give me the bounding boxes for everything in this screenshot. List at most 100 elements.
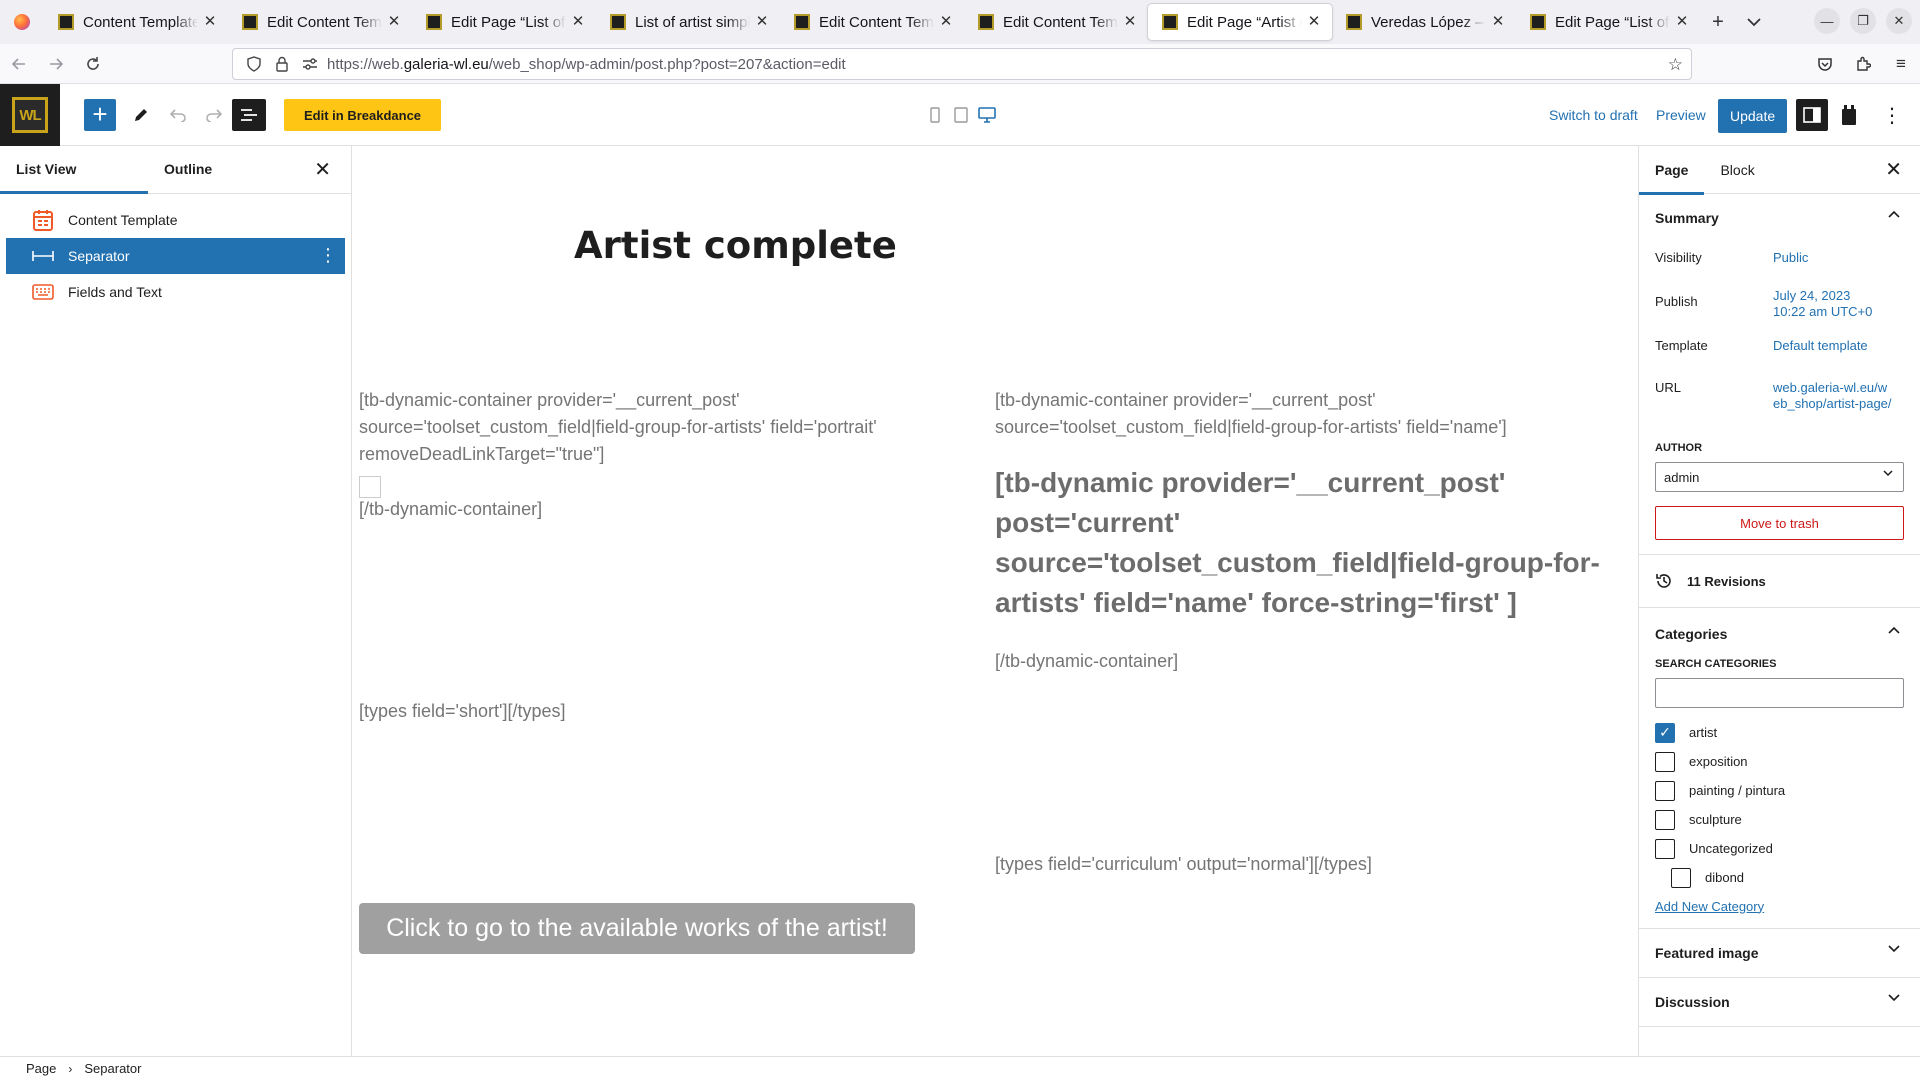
browser-tab[interactable]: Edit Page “List of Artists”✕ <box>1516 4 1700 40</box>
close-icon[interactable]: ✕ <box>386 14 402 30</box>
add-new-category-link[interactable]: Add New Category <box>1639 888 1920 922</box>
desktop-device-icon[interactable] <box>978 104 996 126</box>
name-dynamic-heading[interactable]: [tb-dynamic provider='__current_post' po… <box>995 463 1605 623</box>
checkbox-checked[interactable]: ✓ <box>1655 722 1675 743</box>
back-arrow-icon[interactable] <box>1 48 37 80</box>
options-more-vertical-icon[interactable]: ⋮ <box>1878 100 1906 130</box>
list-item-fields-and-text[interactable]: Fields and Text <box>6 274 345 310</box>
browser-tab[interactable]: Veredas López – Galeria✕ <box>1332 4 1516 40</box>
move-to-trash-button[interactable]: Move to trash <box>1655 506 1904 540</box>
block-options-more-vertical-icon[interactable]: ⋮ <box>319 246 337 264</box>
update-button[interactable]: Update <box>1718 99 1788 133</box>
edit-pencil-icon[interactable] <box>125 99 157 131</box>
tab-page[interactable]: Page <box>1639 146 1705 195</box>
checkbox[interactable] <box>1655 809 1675 830</box>
undo-icon[interactable] <box>162 99 194 131</box>
extensions-puzzle-icon[interactable] <box>1844 48 1882 80</box>
close-icon[interactable]: ✕ <box>754 14 770 30</box>
publish-row: Publish July 24, 2023 10:22 am UTC+0 <box>1639 288 1920 338</box>
pocket-icon[interactable] <box>1806 48 1844 80</box>
tablet-device-icon[interactable] <box>952 104 970 126</box>
discussion-panel-toggle[interactable]: Discussion <box>1639 978 1920 1026</box>
close-icon[interactable]: ✕ <box>570 14 586 30</box>
close-icon[interactable]: ✕ <box>314 160 331 180</box>
portrait-shortcode-open[interactable]: [tb-dynamic-container provider='__curren… <box>359 387 929 468</box>
curriculum-field-shortcode[interactable]: [types field='curriculum' output='normal… <box>995 851 1372 878</box>
close-icon[interactable]: ✕ <box>202 14 218 30</box>
minimize-icon[interactable]: — <box>1814 8 1840 34</box>
categories-panel-toggle[interactable]: Categories <box>1639 610 1920 658</box>
checkbox[interactable] <box>1655 838 1675 859</box>
window-controls: — ❐ ✕ <box>1814 8 1912 34</box>
browser-tab[interactable]: Content Templates ✕ <box>44 4 228 40</box>
summary-panel-toggle[interactable]: Summary <box>1639 194 1920 242</box>
breadcrumb-page-link[interactable]: Page <box>26 1061 56 1076</box>
tab-block[interactable]: Block <box>1704 146 1770 194</box>
reload-icon[interactable] <box>75 48 111 80</box>
list-item-content-template[interactable]: Content Template <box>6 202 345 238</box>
shield-icon[interactable] <box>243 56 265 72</box>
browser-tab[interactable]: Edit Content Template✕ <box>780 4 964 40</box>
permalink-button[interactable]: web.galeria-wl.eu/web_shop/artist-page/ <box>1773 380 1893 442</box>
search-categories-input[interactable] <box>1655 678 1904 708</box>
tab-list-view[interactable]: List View <box>0 145 148 194</box>
category-item-uncategorized[interactable]: Uncategorized <box>1639 834 1920 863</box>
browser-tab[interactable]: Edit Content Template✕ <box>228 4 412 40</box>
switch-to-draft-button[interactable]: Switch to draft <box>1549 107 1638 123</box>
revisions-button[interactable]: 11 Revisions <box>1639 555 1920 607</box>
browser-tab[interactable]: Edit Page “List of artists”✕ <box>412 4 596 40</box>
category-item-dibond[interactable]: dibond <box>1639 863 1920 888</box>
close-icon[interactable]: ✕ <box>938 14 954 30</box>
app-menu-icon[interactable]: ≡ <box>1882 48 1920 80</box>
featured-image-panel-toggle[interactable]: Featured image <box>1639 929 1920 977</box>
firefox-icon[interactable] <box>0 0 44 44</box>
restore-icon[interactable]: ❐ <box>1850 8 1876 34</box>
checkbox[interactable] <box>1671 867 1691 888</box>
close-icon[interactable]: ✕ <box>1490 14 1506 30</box>
forward-arrow-icon[interactable] <box>38 48 74 80</box>
list-all-tabs-chevron-icon[interactable] <box>1736 4 1772 40</box>
short-field-shortcode[interactable]: [types field='short'][/types] <box>359 698 565 725</box>
lock-icon[interactable] <box>271 56 293 72</box>
checkbox[interactable] <box>1655 780 1675 801</box>
checkbox[interactable] <box>1655 751 1675 772</box>
redo-icon[interactable] <box>198 99 230 131</box>
page-title[interactable]: Artist complete <box>574 224 897 267</box>
bookmark-star-icon[interactable]: ☆ <box>1668 55 1683 75</box>
available-works-button[interactable]: Click to go to the available works of th… <box>359 903 915 954</box>
list-view-toggle-icon[interactable] <box>232 99 266 131</box>
site-favicon-icon <box>1530 14 1546 30</box>
list-item-separator[interactable]: Separator ⋮ <box>6 238 345 274</box>
portrait-shortcode-close[interactable]: [/tb-dynamic-container] <box>359 496 542 523</box>
browser-tab-active[interactable]: Edit Page “Artist complete”✕ <box>1148 4 1332 40</box>
browser-tab[interactable]: List of artist simple ✕ <box>596 4 780 40</box>
category-item-exposition[interactable]: exposition <box>1639 747 1920 776</box>
preview-button[interactable]: Preview <box>1656 107 1706 123</box>
mobile-device-icon[interactable] <box>926 104 944 126</box>
edit-in-breakdance-button[interactable]: Edit in Breakdance <box>284 99 442 131</box>
category-item-painting[interactable]: painting / pintura <box>1639 776 1920 805</box>
name-shortcode-close[interactable]: [/tb-dynamic-container] <box>995 648 1178 675</box>
close-window-icon[interactable]: ✕ <box>1886 8 1912 34</box>
editor-canvas[interactable]: Artist complete [tb-dynamic-container pr… <box>352 146 1638 1056</box>
category-item-artist[interactable]: ✓ artist <box>1639 718 1920 747</box>
author-select[interactable]: admin <box>1655 462 1904 492</box>
close-icon[interactable]: ✕ <box>1885 160 1902 180</box>
plugin-sidebar-icon[interactable] <box>1838 100 1860 130</box>
publish-date-button[interactable]: July 24, 2023 10:22 am UTC+0 <box>1773 288 1872 338</box>
divider <box>1639 1026 1920 1027</box>
name-shortcode-open[interactable]: [tb-dynamic-container provider='__curren… <box>995 387 1595 441</box>
close-icon[interactable]: ✕ <box>1306 14 1322 30</box>
site-logo-button[interactable]: WL <box>0 84 60 146</box>
address-bar[interactable]: https://web.galeria-wl.eu/web_shop/wp-ad… <box>232 48 1692 80</box>
new-tab-plus-icon[interactable]: + <box>1700 4 1736 40</box>
block-inserter-plus-button[interactable]: + <box>84 99 116 131</box>
permissions-icon[interactable] <box>299 57 321 71</box>
tab-outline[interactable]: Outline <box>148 145 228 193</box>
category-item-sculpture[interactable]: sculpture <box>1639 805 1920 834</box>
close-icon[interactable]: ✕ <box>1674 14 1690 30</box>
close-icon[interactable]: ✕ <box>1122 14 1138 30</box>
browser-tab[interactable]: Edit Content Template✕ <box>964 4 1148 40</box>
template-value-button[interactable]: Default template <box>1773 338 1868 380</box>
settings-sidebar-toggle-icon[interactable] <box>1796 99 1828 131</box>
